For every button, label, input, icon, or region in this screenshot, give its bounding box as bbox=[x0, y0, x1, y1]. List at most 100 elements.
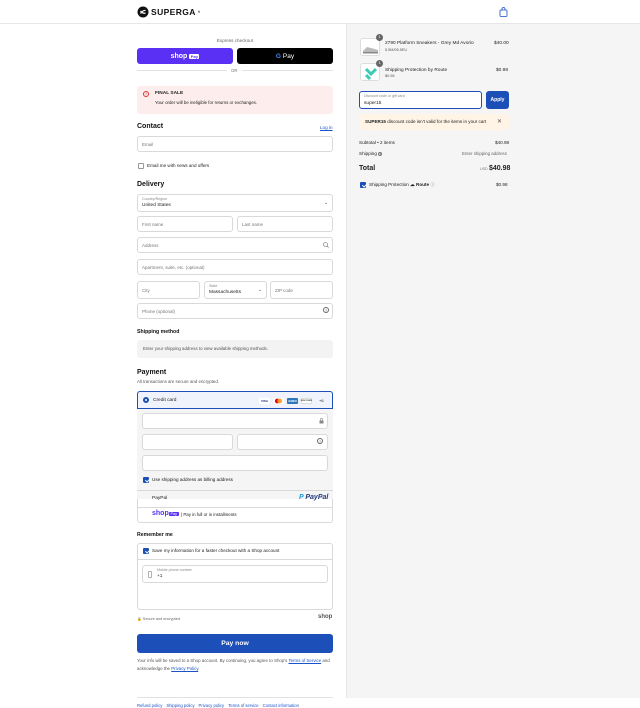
mobile-phone-field[interactable]: Mobile phone number +1 bbox=[142, 565, 328, 583]
pay-now-button[interactable]: Pay now bbox=[137, 634, 333, 653]
shop-pay-badge: Pay bbox=[189, 53, 200, 59]
billing-same-checkbox[interactable] bbox=[143, 477, 149, 483]
country-select[interactable]: Country/Region United States ⌄ bbox=[137, 194, 333, 212]
sneaker-icon bbox=[363, 47, 378, 54]
terms-link[interactable]: Terms of Service bbox=[288, 658, 321, 663]
paypal-label: PayPal bbox=[152, 496, 168, 501]
route-brand-text: Route bbox=[416, 182, 430, 187]
email-placeholder: Email bbox=[142, 142, 154, 147]
shipping-method-heading: Shipping method bbox=[137, 329, 180, 335]
item-qty-badge: 1 bbox=[376, 60, 383, 67]
alert-message: Your order will be ineligible for return… bbox=[155, 100, 258, 105]
footer-link-contact[interactable]: Contact information bbox=[263, 703, 299, 708]
brand-logo[interactable]: SUPERGA ® bbox=[137, 6, 200, 18]
apartment-placeholder: Apartment, suite, etc. (optional) bbox=[142, 265, 205, 270]
city-field[interactable]: City bbox=[137, 281, 200, 299]
help-icon[interactable]: ? bbox=[317, 438, 323, 444]
item-variant: $0.98 bbox=[385, 74, 395, 78]
payment-subtitle: All transactions are secure and encrypte… bbox=[137, 379, 220, 384]
discount-code-input[interactable]: Discount code or gift card super15 bbox=[359, 91, 482, 109]
shopping-bag-icon[interactable] bbox=[499, 7, 508, 17]
phone-icon bbox=[148, 571, 152, 578]
legal-text: Your info will be saved to a Shop accoun… bbox=[137, 657, 333, 672]
shop-pay-option[interactable]: shop Pay | Pay in full or in installment… bbox=[137, 507, 333, 523]
shipping-label-text: Shipping bbox=[359, 151, 377, 156]
apartment-field[interactable]: Apartment, suite, etc. (optional) bbox=[137, 259, 333, 275]
shipping-value: Enter shipping address bbox=[462, 151, 507, 156]
phone-placeholder: Phone (optional) bbox=[142, 309, 176, 314]
mobile-label: Mobile phone number bbox=[157, 568, 192, 572]
footer-link-shipping[interactable]: Shipping policy bbox=[166, 703, 194, 708]
item-variant: 5.5M/05.5EU bbox=[385, 48, 408, 52]
or-divider-label: OR bbox=[227, 68, 242, 73]
paypal-option[interactable]: PayPal P PayPal bbox=[137, 490, 333, 507]
protection-label-text: Shipping Protection bbox=[369, 182, 409, 187]
shop-pay-text: shop bbox=[170, 52, 188, 60]
privacy-link[interactable]: Privacy Policy bbox=[171, 666, 198, 671]
shipping-protection-checkbox[interactable] bbox=[360, 182, 366, 188]
state-select[interactable]: State Massachusetts ⌄ bbox=[204, 281, 267, 299]
express-checkout-title: Express checkout bbox=[216, 38, 254, 43]
shipping-label: Shipping ? bbox=[359, 151, 383, 156]
discount-error-code: SUPER15 bbox=[365, 119, 386, 124]
state-label: State bbox=[209, 284, 218, 288]
name-on-card-field[interactable] bbox=[142, 455, 328, 471]
brand-name: SUPERGA bbox=[151, 7, 196, 17]
help-icon[interactable]: ? bbox=[323, 307, 329, 313]
shop-pay-button[interactable]: shop Pay bbox=[137, 48, 233, 64]
credit-card-radio[interactable] bbox=[143, 397, 149, 403]
card-number-field[interactable] bbox=[142, 413, 328, 429]
google-pay-button[interactable]: G Pay bbox=[237, 48, 333, 64]
final-sale-alert: ! FINAL SALE Your order will be ineligib… bbox=[137, 86, 333, 114]
info-icon[interactable]: ⓘ bbox=[430, 182, 435, 187]
chevron-down-icon: ⌄ bbox=[258, 287, 263, 293]
total-label: Total bbox=[359, 165, 376, 172]
route-logo: ☁ Route bbox=[410, 182, 430, 187]
mobile-value: +1 bbox=[157, 574, 163, 579]
discover-icon: DISCOVER bbox=[300, 398, 313, 404]
email-field[interactable]: Email bbox=[137, 136, 333, 152]
save-info-checkbox[interactable] bbox=[143, 548, 149, 554]
item-qty-badge: 1 bbox=[376, 34, 383, 41]
newsletter-checkbox[interactable] bbox=[138, 163, 144, 169]
login-link[interactable]: Log in bbox=[320, 125, 333, 130]
discount-error-banner: SUPER15 discount code isn't valid for th… bbox=[359, 114, 509, 130]
first-name-placeholder: First name bbox=[142, 222, 164, 227]
superga-logo-icon bbox=[137, 6, 149, 18]
apply-button[interactable]: Apply bbox=[486, 91, 509, 109]
footer-link-privacy[interactable]: Privacy policy bbox=[199, 703, 225, 708]
expiry-field[interactable] bbox=[142, 434, 233, 450]
total-value: $40.98 bbox=[489, 165, 511, 172]
shop-logo: shop bbox=[318, 614, 333, 620]
address-placeholder: Address bbox=[142, 243, 159, 248]
amex-icon: AMEX bbox=[287, 398, 298, 404]
shipping-method-notice: Enter your shipping address to view avai… bbox=[137, 340, 333, 358]
footer-links: Refund policy Shipping policy Privacy poli… bbox=[137, 703, 303, 708]
security-code-field[interactable]: ? bbox=[237, 434, 328, 450]
address-field[interactable]: Address bbox=[137, 237, 333, 253]
shoppay-badge: Pay bbox=[169, 512, 179, 516]
secure-label: 🔒 Secure and encrypted bbox=[137, 617, 180, 621]
newsletter-label: Email me with news and offers bbox=[147, 163, 210, 168]
discount-error-text: discount code isn't valid for the items … bbox=[387, 119, 487, 124]
delivery-heading: Delivery bbox=[137, 181, 165, 188]
legal-period: . bbox=[198, 665, 200, 671]
total-currency: USD bbox=[480, 167, 488, 171]
discount-code-label: Discount code or gift card bbox=[364, 94, 405, 98]
phone-field[interactable]: Phone (optional) ? bbox=[137, 303, 333, 319]
country-label: Country/Region bbox=[142, 197, 167, 201]
shipping-protection-label: Shipping Protection ☁ Route ⓘ bbox=[369, 182, 435, 188]
credit-card-option[interactable]: Credit card VISA AMEX DISCOVER +6 bbox=[137, 391, 333, 409]
close-icon[interactable]: ✕ bbox=[497, 118, 502, 125]
info-icon[interactable]: ? bbox=[378, 152, 383, 156]
alert-icon: ! bbox=[143, 91, 149, 97]
mastercard-icon bbox=[273, 398, 284, 404]
payment-heading: Payment bbox=[137, 369, 167, 376]
last-name-field[interactable]: Last name bbox=[237, 216, 333, 232]
zip-field[interactable]: ZIP code bbox=[270, 281, 333, 299]
first-name-field[interactable]: First name bbox=[137, 216, 233, 232]
footer-link-terms[interactable]: Terms of service bbox=[228, 703, 258, 708]
country-value: United States bbox=[142, 203, 171, 208]
credit-card-label: Credit card bbox=[153, 398, 177, 403]
footer-link-refund[interactable]: Refund policy bbox=[137, 703, 162, 708]
